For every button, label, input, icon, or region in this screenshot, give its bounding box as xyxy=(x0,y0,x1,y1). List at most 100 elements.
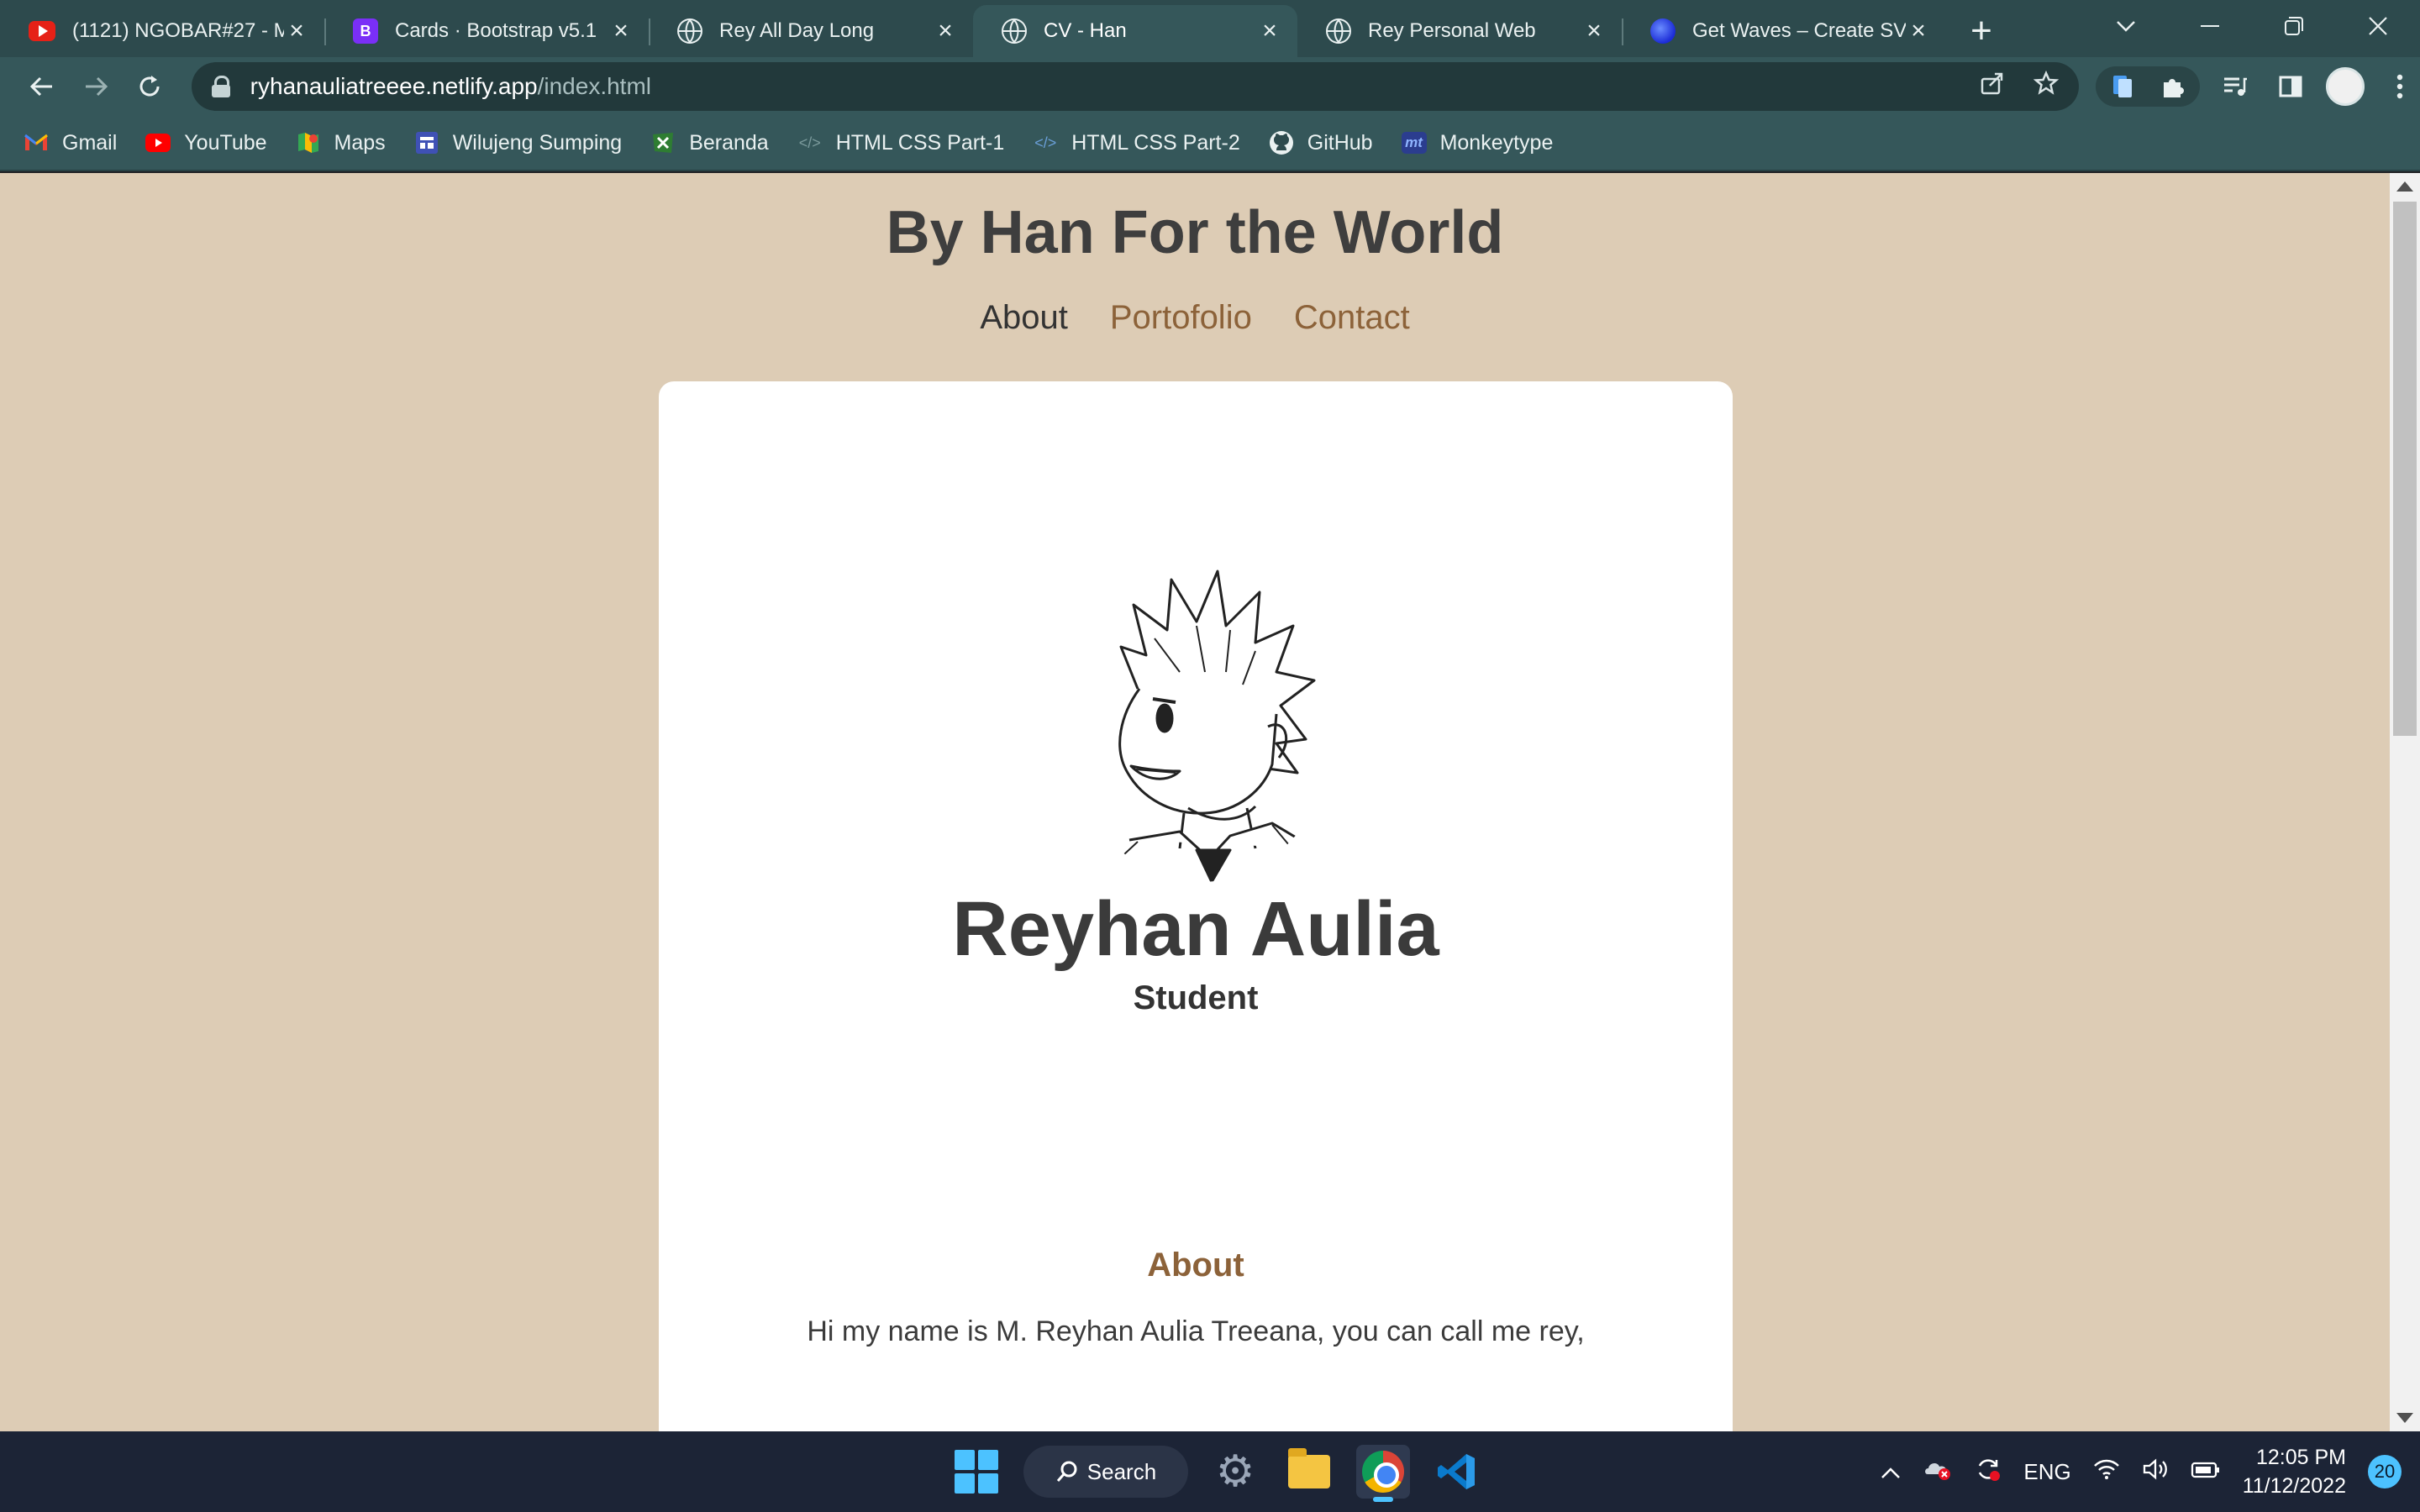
puzzle-icon[interactable] xyxy=(2153,66,2193,107)
tab-search-chevron-icon[interactable] xyxy=(2084,0,2168,52)
bookmark-wilujeng-sumping[interactable]: Wilujeng Sumping xyxy=(414,131,622,155)
bookmark-star-icon[interactable] xyxy=(2033,70,2060,102)
extension-docs-icon[interactable] xyxy=(2102,66,2143,107)
onedrive-error-icon[interactable] xyxy=(1923,1457,1953,1487)
url-path: /index.html xyxy=(537,73,652,99)
clock-date: 11/12/2022 xyxy=(2242,1474,2346,1498)
media-queue-icon[interactable] xyxy=(2215,66,2255,107)
bookmark-label: GitHub xyxy=(1307,130,1373,155)
gmail-icon xyxy=(24,132,49,154)
bookmark-label: Beranda xyxy=(689,130,769,155)
start-button[interactable] xyxy=(950,1445,1003,1499)
browser-toolbar: ryhanauliatreeee.netlify.app/index.html xyxy=(0,57,2420,116)
side-panel-icon[interactable] xyxy=(2270,66,2311,107)
tab-get-waves[interactable]: Get Waves – Create SVG × xyxy=(1622,5,1946,57)
scroll-up-arrow-icon[interactable] xyxy=(2396,181,2413,192)
taskbar-apps: Search ⚙ xyxy=(950,1431,1484,1512)
address-bar[interactable]: ryhanauliatreeee.netlify.app/index.html xyxy=(191,62,2079,111)
more-menu-icon[interactable] xyxy=(2380,66,2420,107)
scrollbar-thumb[interactable] xyxy=(2393,202,2417,736)
close-icon[interactable]: × xyxy=(1581,18,1607,44)
bookmark-label: Maps xyxy=(334,130,386,155)
minimize-button[interactable] xyxy=(2168,0,2252,52)
nav-portofolio-link[interactable]: Portofolio xyxy=(1110,299,1252,337)
bookmark-github[interactable]: GitHub xyxy=(1269,131,1373,155)
back-button[interactable] xyxy=(15,60,69,113)
scroll-down-arrow-icon[interactable] xyxy=(2396,1413,2413,1423)
nav-contact-link[interactable]: Contact xyxy=(1294,299,1410,337)
url-host: ryhanauliatreeee.netlify.app xyxy=(250,73,538,99)
profile-role: Student xyxy=(1133,979,1259,1016)
chevron-up-icon[interactable] xyxy=(1881,1459,1901,1485)
forward-button[interactable] xyxy=(69,60,123,113)
bookmark-gmail[interactable]: Gmail xyxy=(24,131,117,155)
github-icon xyxy=(1269,131,1294,155)
bookmark-beranda[interactable]: Beranda xyxy=(650,131,769,155)
page-viewport: By Han For the World About Portofolio Co… xyxy=(0,173,2420,1431)
nav-about-link[interactable]: About xyxy=(980,299,1068,337)
bootstrap-icon: B xyxy=(353,18,378,44)
clock[interactable]: 12:05 PM 11/12/2022 xyxy=(2243,1443,2346,1500)
youtube-icon xyxy=(29,21,55,41)
tab-title: (1121) NGOBAR#27 - M xyxy=(72,19,284,42)
site-title: By Han For the World xyxy=(886,199,1504,266)
sync-icon[interactable] xyxy=(1975,1456,2002,1488)
bookmark-youtube[interactable]: YouTube xyxy=(145,131,267,155)
tab-rey-personal-web[interactable]: Rey Personal Web × xyxy=(1297,5,1622,57)
bookmark-maps[interactable]: Maps xyxy=(296,131,386,155)
close-icon[interactable]: × xyxy=(933,18,958,44)
lock-icon xyxy=(211,76,230,97)
chrome-icon xyxy=(1362,1451,1404,1493)
waves-icon xyxy=(1650,18,1676,44)
notification-badge[interactable]: 20 xyxy=(2368,1455,2402,1488)
bookmark-monkeytype[interactable]: mt Monkeytype xyxy=(1401,130,1554,155)
profile-portrait xyxy=(1062,546,1339,882)
bookmark-label: Gmail xyxy=(62,130,118,155)
folder-icon xyxy=(1288,1448,1330,1488)
monkeytype-icon: mt xyxy=(1401,132,1427,154)
close-icon[interactable]: × xyxy=(608,18,634,44)
about-text: Hi my name is M. Reyhan Aulia Treeana, y… xyxy=(807,1315,1585,1347)
wifi-icon[interactable] xyxy=(2093,1458,2120,1486)
close-window-button[interactable] xyxy=(2336,0,2420,52)
tab-cv-han[interactable]: CV - Han × xyxy=(973,5,1297,57)
close-icon[interactable]: × xyxy=(1906,18,1931,44)
gear-icon: ⚙ xyxy=(1215,1447,1255,1496)
tab-ngobar[interactable]: (1121) NGOBAR#27 - M × xyxy=(0,5,324,57)
restore-button[interactable] xyxy=(2252,0,2336,52)
taskbar-settings[interactable]: ⚙ xyxy=(1208,1445,1262,1499)
bookmark-html-css-part-2[interactable]: </> HTML CSS Part-2 xyxy=(1033,131,1240,155)
tab-title: Rey Personal Web xyxy=(1368,19,1536,42)
clock-time: 12:05 PM xyxy=(2255,1446,2346,1469)
tab-rey-all-day-long[interactable]: Rey All Day Long × xyxy=(649,5,973,57)
close-icon[interactable]: × xyxy=(1257,18,1282,44)
taskbar-vscode[interactable] xyxy=(1430,1445,1484,1499)
taskbar-file-explorer[interactable] xyxy=(1282,1445,1336,1499)
bookmark-html-css-part-1[interactable]: </> HTML CSS Part-1 xyxy=(797,131,1005,155)
bookmark-label: HTML CSS Part-1 xyxy=(835,130,1005,155)
windows-logo-icon xyxy=(955,1450,998,1494)
tab-bootstrap-cards[interactable]: B Cards · Bootstrap v5.1 × xyxy=(324,5,649,57)
youtube-icon xyxy=(145,132,171,154)
profile-avatar[interactable] xyxy=(2326,67,2365,106)
globe-icon xyxy=(1326,18,1351,44)
new-tab-button[interactable]: + xyxy=(1954,5,2008,57)
globe-icon xyxy=(1002,18,1027,44)
reload-button[interactable] xyxy=(123,60,176,113)
vscode-icon xyxy=(1438,1454,1475,1489)
sheets-icon xyxy=(650,132,676,154)
volume-icon[interactable] xyxy=(2142,1457,2169,1487)
window-controls xyxy=(2084,0,2420,52)
taskbar-chrome[interactable] xyxy=(1356,1445,1410,1502)
bookmark-label: HTML CSS Part-2 xyxy=(1071,130,1240,155)
code-icon: </> xyxy=(1034,134,1057,151)
page-scrollbar[interactable] xyxy=(2390,173,2420,1431)
taskbar-search[interactable]: Search xyxy=(1023,1446,1188,1498)
globe-icon xyxy=(677,18,702,44)
battery-icon[interactable] xyxy=(2191,1459,2221,1485)
share-icon[interactable] xyxy=(1980,71,2005,102)
close-icon[interactable]: × xyxy=(284,18,309,44)
bookmark-label: Monkeytype xyxy=(1439,130,1554,155)
language-indicator[interactable]: ENG xyxy=(2023,1459,2070,1485)
system-tray: ENG 12:05 PM 11/12/2022 20 xyxy=(1881,1431,2420,1512)
